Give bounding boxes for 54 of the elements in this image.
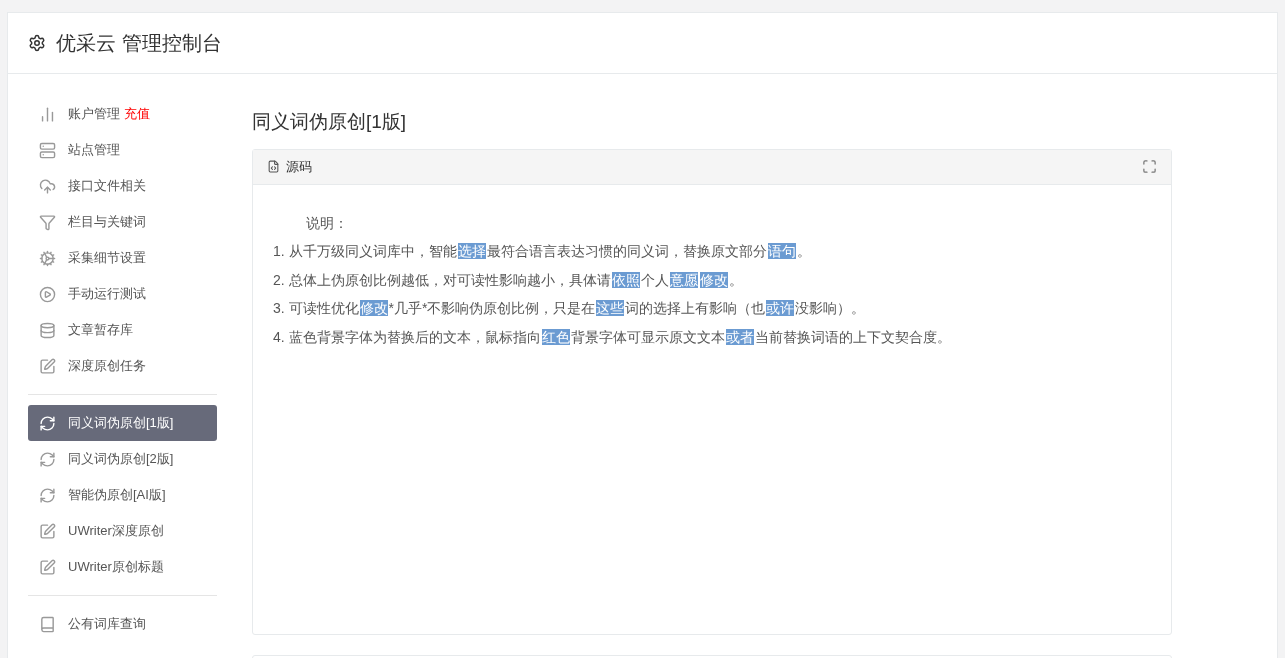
sidebar-label: UWriter深度原创 (68, 522, 164, 541)
sidebar-item[interactable]: 同义词伪原创[2版] (28, 441, 217, 477)
sidebar-item[interactable]: 栏目与关键词 (28, 204, 217, 240)
play-icon (39, 285, 56, 303)
sidebar-item[interactable]: 深度原创任务 (28, 348, 217, 384)
sidebar-item[interactable]: 手动运行测试 (28, 276, 217, 312)
sidebar-label: 文章暂存库 (68, 321, 133, 340)
sidebar-label: 深度原创任务 (68, 357, 146, 376)
edit-icon (39, 357, 56, 375)
sidebar-item[interactable]: 站点管理 (28, 132, 217, 168)
sidebar-item[interactable]: UWriter深度原创 (28, 513, 217, 549)
refresh-icon (39, 414, 56, 432)
refresh-icon (39, 450, 56, 468)
panel-title: 源码 (286, 157, 312, 176)
edit-icon (39, 558, 56, 576)
sidebar-label: 栏目与关键词 (68, 213, 146, 232)
refresh-icon (39, 486, 56, 504)
book-icon (39, 615, 56, 633)
sidebar-item[interactable]: 接口文件相关 (28, 168, 217, 204)
sidebar-label: 手动运行测试 (68, 285, 146, 304)
code-file-icon (267, 160, 280, 173)
sidebar-item[interactable]: 采集细节设置 (28, 240, 217, 276)
expand-icon[interactable] (1142, 159, 1157, 174)
sidebar-label: 站点管理 (68, 141, 120, 160)
sidebar-label: 智能伪原创[AI版] (68, 486, 166, 505)
console-title: 优采云 管理控制台 (56, 31, 222, 56)
recharge-link[interactable]: 充值 (124, 104, 150, 124)
sidebar-label: 账户管理 (68, 105, 120, 124)
filter-icon (39, 213, 56, 231)
instruction-line: 3. 可读性优化修改*几乎*不影响伪原创比例，只是在这些词的选择上有影响（也或许没影响）。 (273, 299, 866, 318)
server-icon (39, 141, 56, 159)
sidebar-item[interactable]: 同义词伪原创[1版] (28, 405, 217, 441)
instruction-line: 2. 总体上伪原创比例越低，对可读性影响越小，具体请依照个人意愿修改。 (273, 270, 743, 290)
sidebar-item[interactable]: 文章暂存库 (28, 312, 217, 348)
gear-icon (39, 249, 56, 267)
sidebar-label: 同义词伪原创[1版] (68, 414, 174, 433)
sidebar-label: UWriter原创标题 (68, 558, 164, 577)
bar-chart-icon (39, 105, 56, 123)
sidebar-label: 公有词库查询 (68, 615, 146, 634)
page-title: 同义词伪原创[1版] (252, 110, 408, 134)
database-icon (39, 321, 56, 339)
intro-label: 说明： (305, 213, 348, 233)
instruction-line: 4. 蓝色背景字体为替换后的文本，鼠标指向 红色背景字体可显示原文文本或者当前替换词语的上下文契合度。 (273, 327, 951, 347)
sidebar-item[interactable]: 智能伪原创[AI版] (28, 477, 217, 513)
sidebar-label: 采集细节设置 (68, 249, 146, 268)
edit-icon (39, 522, 56, 540)
sidebar-item[interactable]: 账户管理 充值 (28, 96, 217, 132)
cloud-upload-icon (39, 177, 56, 195)
instruction-line: 1. 从千万级同义词库中，智能选择最符合语言表达习惯的同义词，替换原文部分语句。 (273, 242, 811, 261)
sidebar-item[interactable]: UWriter原创标题 (28, 549, 217, 585)
sidebar-item[interactable]: 公有词库查询 (28, 606, 217, 642)
sidebar-label: 接口文件相关 (68, 177, 146, 196)
settings-icon (28, 34, 46, 52)
sidebar-label: 同义词伪原创[2版] (68, 450, 174, 469)
